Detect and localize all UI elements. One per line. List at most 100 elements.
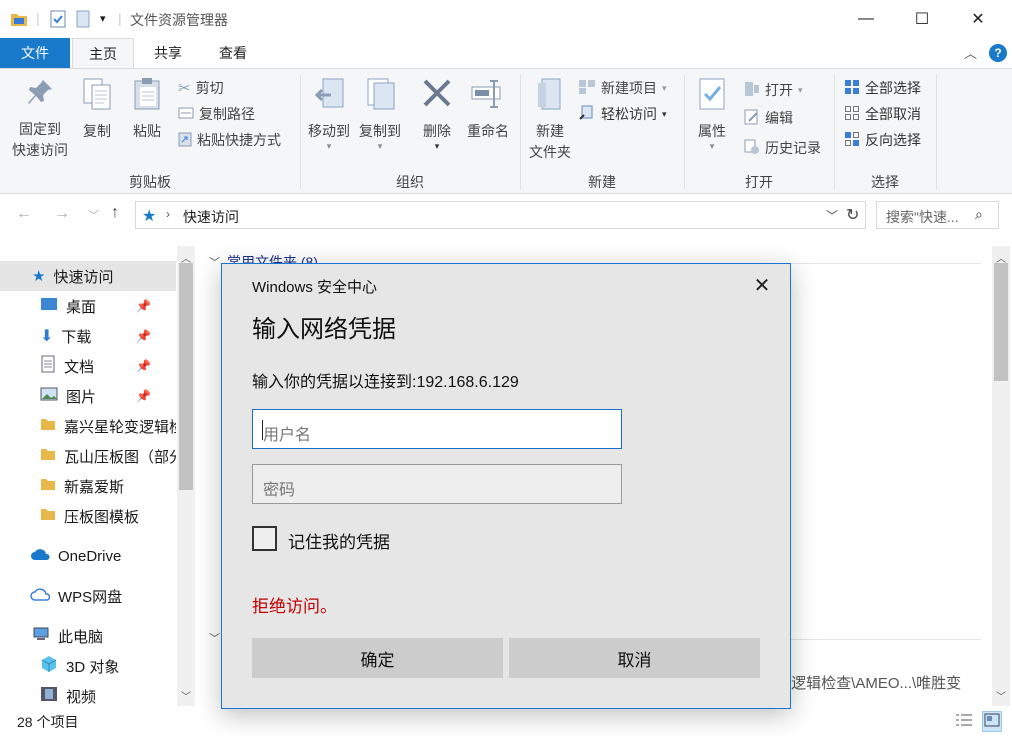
- collapse-ribbon-icon[interactable]: ︿: [964, 43, 977, 62]
- search-input[interactable]: 搜索"快速... ⌕: [876, 201, 999, 229]
- nav-item-pictures[interactable]: 图片 📌: [0, 381, 176, 411]
- nav-quick-access[interactable]: ★ 快速访问: [0, 261, 176, 291]
- collapse-group-chevron-icon[interactable]: ﹀: [209, 254, 220, 270]
- nav-label: 嘉兴星轮变逻辑检: [64, 418, 176, 436]
- refresh-icon[interactable]: ↻: [846, 205, 859, 225]
- recent-locations-chevron-icon[interactable]: ﹀: [88, 207, 99, 223]
- invert-selection-button[interactable]: 反向选择: [844, 129, 921, 151]
- properties-quick-icon[interactable]: [50, 10, 66, 28]
- tab-view[interactable]: 查看: [202, 38, 264, 68]
- select-none-button[interactable]: 全部取消: [844, 103, 921, 125]
- open-label: 打开: [765, 82, 793, 98]
- copy-path-label: 复制路径: [199, 106, 255, 122]
- tab-home[interactable]: 主页: [72, 38, 134, 69]
- wps-cloud-icon: [30, 587, 51, 605]
- delete-x-icon: [416, 77, 458, 117]
- password-input[interactable]: 密码: [252, 464, 622, 504]
- scroll-thumb[interactable]: [179, 263, 193, 490]
- nav-item-folder[interactable]: 瓦山压板图（部分: [0, 441, 176, 471]
- cut-button[interactable]: ✂ 剪切: [178, 77, 224, 99]
- dialog-close-icon[interactable]: ✕: [750, 273, 774, 297]
- nav-item-folder[interactable]: 压板图模板: [0, 501, 176, 531]
- nav-label: 视频: [66, 688, 97, 706]
- select-group-label: 选择: [871, 174, 899, 190]
- nav-this-pc[interactable]: 此电脑: [0, 621, 176, 651]
- select-all-button[interactable]: 全部选择: [844, 77, 921, 99]
- edit-button[interactable]: 编辑: [744, 107, 793, 129]
- up-arrow-icon[interactable]: ↑: [111, 204, 119, 222]
- paste-button[interactable]: 粘贴: [126, 77, 168, 142]
- invert-selection-label: 反向选择: [865, 132, 921, 148]
- pin-icon: 📌: [136, 359, 151, 373]
- copy-path-button[interactable]: 复制路径: [178, 103, 255, 125]
- maximize-button[interactable]: ☐: [899, 0, 945, 38]
- forward-arrow-icon[interactable]: →: [54, 205, 70, 223]
- new-folder-quick-icon[interactable]: [76, 10, 90, 28]
- new-folder-label-line2: 文件夹: [529, 144, 571, 160]
- move-to-button[interactable]: 移动到 ▾: [304, 77, 354, 151]
- paste-label: 粘贴: [133, 123, 161, 139]
- copy-to-button[interactable]: 复制到 ▾: [354, 77, 406, 151]
- back-arrow-icon[interactable]: ←: [16, 205, 32, 223]
- open-button[interactable]: 打开 ▾: [744, 79, 803, 101]
- nav-scrollbar[interactable]: ︿ ﹀: [177, 246, 195, 706]
- username-input[interactable]: 用户名: [252, 409, 622, 449]
- properties-label: 属性: [698, 123, 726, 139]
- new-folder-button[interactable]: 新建 文件夹: [524, 77, 576, 163]
- pin-to-quick-access-button[interactable]: 固定到 快速访问: [8, 77, 72, 161]
- new-item-button[interactable]: 新建项目 ▾: [578, 77, 667, 99]
- details-view-icon[interactable]: [955, 712, 973, 731]
- close-button[interactable]: ✕: [955, 0, 1001, 38]
- copy-button[interactable]: 复制: [76, 77, 118, 142]
- scroll-down-icon[interactable]: ﹀: [996, 688, 1006, 703]
- tab-file[interactable]: 文件: [0, 38, 70, 68]
- properties-button[interactable]: 属性 ▾: [690, 77, 734, 151]
- open-icon: [744, 81, 760, 100]
- address-bar[interactable]: ★ › 快速访问 ﹀ ↻: [135, 201, 866, 229]
- nav-wps[interactable]: WPS网盘: [0, 581, 176, 611]
- delete-button[interactable]: 删除 ▾: [416, 77, 458, 151]
- separator: |: [118, 10, 122, 26]
- collapse-group-chevron-icon[interactable]: ﹀: [209, 630, 220, 646]
- easy-access-button[interactable]: 轻松访问 ▾: [578, 103, 667, 125]
- invert-selection-icon: [844, 131, 860, 150]
- ok-button[interactable]: 确定: [252, 638, 503, 678]
- cancel-button[interactable]: 取消: [509, 638, 760, 678]
- cut-label: 剪切: [195, 80, 224, 96]
- pin-label-line1: 固定到: [19, 121, 61, 137]
- paste-shortcut-button[interactable]: 粘贴快捷方式: [178, 129, 281, 151]
- ribbon: 固定到 快速访问 复制 粘贴 ✂ 剪切 复制路径 粘贴快捷方式 剪贴板 移动到 …: [0, 68, 1012, 194]
- move-to-icon: [304, 77, 354, 117]
- breadcrumb-quick-access[interactable]: 快速访问: [183, 207, 239, 227]
- tiles-view-icon[interactable]: [982, 711, 1002, 732]
- organize-group-label: 组织: [396, 174, 424, 190]
- content-scrollbar[interactable]: ︿ ﹀: [992, 246, 1010, 706]
- address-dropdown-chevron-icon[interactable]: ﹀: [826, 207, 838, 224]
- nav-onedrive[interactable]: OneDrive: [0, 541, 176, 571]
- folder-icon: [40, 417, 56, 435]
- username-placeholder: 用户名: [263, 427, 312, 444]
- film-icon: [40, 686, 58, 706]
- scroll-thumb[interactable]: [994, 263, 1008, 381]
- clipboard-group-label: 剪贴板: [129, 174, 171, 190]
- minimize-button[interactable]: —: [843, 0, 889, 38]
- tab-share[interactable]: 共享: [138, 38, 198, 68]
- history-button[interactable]: 历史记录: [744, 137, 821, 159]
- computer-icon: [32, 627, 50, 645]
- nav-item-documents[interactable]: 文档 📌: [0, 351, 176, 381]
- nav-3d-objects[interactable]: 3D 对象: [0, 651, 176, 681]
- breadcrumb-separator-icon[interactable]: ›: [166, 207, 170, 221]
- nav-item-folder[interactable]: 新嘉爱斯: [0, 471, 176, 501]
- copy-path-icon: [178, 106, 194, 123]
- help-icon[interactable]: ?: [989, 44, 1007, 62]
- nav-item-folder[interactable]: 嘉兴星轮变逻辑检: [0, 411, 176, 441]
- rename-button[interactable]: 重命名: [462, 77, 514, 142]
- dialog-title: 输入网络凭据: [252, 316, 396, 343]
- remember-checkbox[interactable]: [252, 526, 277, 551]
- nav-item-desktop[interactable]: 桌面 📌: [0, 291, 176, 321]
- open-group-label: 打开: [745, 174, 773, 190]
- remember-label[interactable]: 记住我的凭据: [288, 528, 390, 553]
- nav-item-downloads[interactable]: ⬇ 下载 📌: [0, 321, 176, 351]
- customize-chevron-icon[interactable]: ▾: [100, 12, 106, 30]
- scroll-down-icon[interactable]: ﹀: [181, 688, 191, 703]
